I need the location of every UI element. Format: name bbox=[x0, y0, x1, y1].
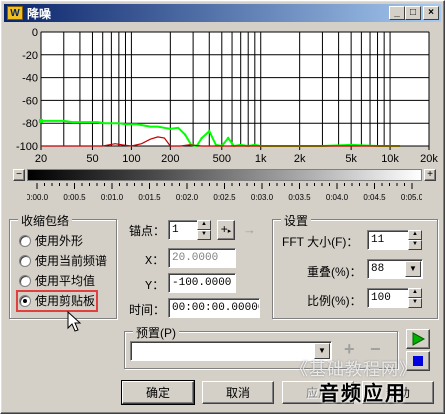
x-tick-label: 100 bbox=[122, 153, 140, 165]
anchor-label: 锚点： bbox=[129, 224, 166, 238]
noise-reduction-dialog: W 降噪 _ □ × 0 -20 -40 -60 -80 -100 20 50 100 200 5… bbox=[0, 0, 445, 414]
selected-option-highlight bbox=[16, 290, 98, 312]
y-tick-label: -40 bbox=[22, 73, 38, 85]
title-bar[interactable]: W 降噪 _ □ × bbox=[4, 4, 441, 22]
ruler-label: 0:04.5 bbox=[363, 193, 386, 202]
anchor-stepper[interactable]: ▲ ▼ bbox=[197, 220, 211, 240]
envelope-option-1[interactable]: 使用当前频谱 bbox=[19, 252, 107, 269]
x-tick-label: 50 bbox=[86, 153, 98, 165]
time-field[interactable]: 00:00:00.00000 bbox=[168, 298, 260, 318]
play-icon bbox=[412, 332, 426, 346]
time-gradient-bar[interactable] bbox=[27, 169, 422, 181]
y-field[interactable]: -100.0000 bbox=[168, 273, 236, 293]
zoom-out-button[interactable]: − bbox=[13, 169, 25, 181]
x-field[interactable]: 20.0000 bbox=[168, 248, 236, 268]
overlap-dropdown-icon[interactable]: ▼ bbox=[405, 261, 421, 277]
y-tick-label: -60 bbox=[22, 95, 38, 107]
ruler-label: 0:02.0 bbox=[176, 193, 199, 202]
ruler-label: 0:04.0 bbox=[326, 193, 349, 202]
close-button[interactable]: × bbox=[423, 6, 439, 20]
data-point bbox=[208, 129, 211, 133]
x-label: X： bbox=[145, 254, 165, 268]
ratio-input[interactable]: 100 bbox=[367, 288, 409, 308]
play-preview-button[interactable] bbox=[406, 329, 430, 349]
fft-size-stepper[interactable]: ▲ ▼ bbox=[408, 230, 422, 250]
x-tick-label: 2k bbox=[294, 153, 306, 165]
ruler-label: 0:01.5 bbox=[138, 193, 161, 202]
envelope-option-label: 使用当前频谱 bbox=[35, 254, 108, 268]
envelope-option-0[interactable]: 使用外形 bbox=[19, 232, 83, 249]
radio-button[interactable] bbox=[19, 254, 31, 267]
data-point bbox=[183, 133, 187, 136]
mouse-cursor-icon bbox=[67, 311, 82, 332]
envelope-option-2[interactable]: 使用平均值 bbox=[19, 272, 95, 289]
noise-profile-chart[interactable]: 0 -20 -40 -60 -80 -100 20 50 100 200 500 1k 2k 5k 10k… bbox=[7, 25, 439, 165]
radio-button[interactable] bbox=[19, 274, 31, 287]
ratio-stepper[interactable]: ▲ ▼ bbox=[408, 288, 422, 308]
y-tick-label: -100 bbox=[16, 141, 38, 153]
preset-group-title: 预置(P) bbox=[133, 324, 179, 341]
time-label: 时间： bbox=[129, 303, 166, 317]
next-point-arrow-icon: → bbox=[243, 222, 256, 237]
x-tick-label: 200 bbox=[161, 153, 179, 165]
fft-size-input[interactable]: 11 bbox=[367, 230, 409, 250]
envelope-group-title: 收缩包络 bbox=[18, 212, 73, 229]
anchor-point bbox=[39, 118, 43, 123]
ruler-label: 0:00.5 bbox=[63, 193, 86, 202]
app-icon: W bbox=[7, 6, 23, 20]
y-label: Y： bbox=[145, 279, 165, 293]
x-tick-label: 20k bbox=[420, 153, 438, 165]
x-tick-label: 10k bbox=[381, 153, 399, 165]
ruler-label: 0:03.0 bbox=[251, 193, 274, 202]
x-tick-label: 500 bbox=[213, 153, 231, 165]
x-tick-label: 20 bbox=[35, 153, 47, 165]
y-tick-label: -80 bbox=[22, 118, 38, 130]
ruler-label: 0:03.5 bbox=[288, 193, 311, 202]
overlap-label: 重叠(%)： bbox=[307, 265, 362, 279]
envelope-option-label: 使用外形 bbox=[35, 234, 84, 248]
ratio-label: 比例(%)： bbox=[307, 294, 362, 308]
data-point bbox=[200, 136, 203, 140]
ruler-label: 0:00.0 bbox=[27, 193, 49, 202]
y-tick-label: -20 bbox=[22, 50, 38, 62]
ok-button[interactable]: 确定 bbox=[121, 380, 195, 405]
watermark-logo: 音频应用 bbox=[319, 383, 407, 405]
y-tick-label: 0 bbox=[32, 27, 38, 39]
x-tick-label: 1k bbox=[255, 153, 267, 165]
fft-size-label: FFT 大小(F)： bbox=[282, 235, 359, 249]
ruler-label: 0:02.5 bbox=[213, 193, 236, 202]
minimize-button[interactable]: _ bbox=[389, 6, 405, 20]
anchor-input[interactable]: 1 bbox=[168, 220, 198, 240]
ruler-label: 0:01.0 bbox=[101, 193, 124, 202]
time-ruler: 0:00.0 0:00.5 0:01.0 0:01.5 0:02.0 0:02.5 0:03… bbox=[27, 183, 422, 202]
radio-button[interactable] bbox=[19, 234, 31, 247]
envelope-option-label: 使用平均值 bbox=[35, 274, 96, 288]
zoom-in-button[interactable]: + bbox=[424, 169, 436, 181]
settings-group-title: 设置 bbox=[281, 212, 312, 229]
x-tick-label: 5k bbox=[345, 153, 357, 165]
maximize-button[interactable]: □ bbox=[405, 6, 421, 20]
cancel-button[interactable]: 取消 bbox=[202, 381, 274, 404]
ruler-label: 0:05.0 bbox=[401, 193, 422, 202]
add-point-button[interactable]: +▸ bbox=[217, 220, 235, 240]
data-point bbox=[226, 136, 230, 140]
window-title: 降噪 bbox=[27, 6, 52, 21]
